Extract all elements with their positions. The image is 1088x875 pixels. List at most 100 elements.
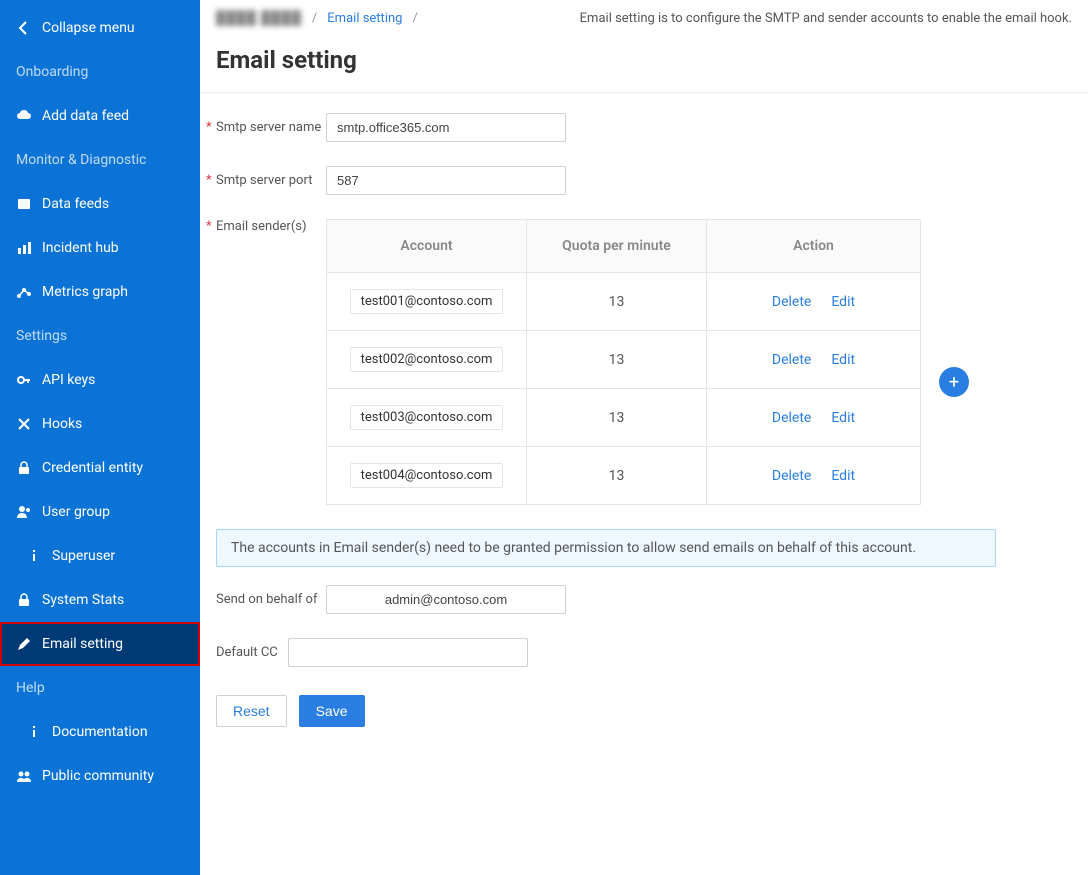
sidebar-item-label: Credential entity [42, 460, 143, 476]
table-row: test004@contoso.com13DeleteEdit [327, 447, 921, 505]
sidebar-item-label: Monitor & Diagnostic [16, 152, 147, 168]
breadcrumb: ████ ████ / Email setting / [216, 10, 418, 26]
table-row: test003@contoso.com 13 Delete Edit [327, 389, 921, 447]
input-behalf[interactable] [326, 585, 566, 614]
breadcrumb-sep: / [412, 11, 417, 26]
sidebar-item-label: Settings [16, 328, 67, 344]
sidebar-item-hooks[interactable]: Hooks [0, 402, 200, 446]
sidebar-item-user-group[interactable]: User group [0, 490, 200, 534]
hook-icon [16, 416, 32, 432]
sidebar-item-add-data-feed[interactable]: Add data feed [0, 94, 200, 138]
community-icon [16, 768, 32, 784]
sidebar-item-label: System Stats [42, 592, 124, 608]
reset-button[interactable]: Reset [216, 695, 287, 727]
lock-icon [16, 592, 32, 608]
sidebar-item-label: Hooks [42, 416, 82, 432]
collapse-menu[interactable]: Collapse menu [0, 6, 200, 50]
sidebar-item-data-feeds[interactable]: Data feeds [0, 182, 200, 226]
label-behalf: Send on behalf of [216, 592, 326, 607]
chart-icon [16, 240, 32, 256]
sidebar-item-label: Email setting [42, 636, 123, 652]
sidebar-item-label: Add data feed [42, 108, 129, 124]
sidebar-item-superuser[interactable]: Superuser [0, 534, 200, 578]
form-area: Smtp server name Smtp server port Email … [200, 92, 1088, 747]
account-chip: test001@contoso.com [350, 289, 504, 314]
sidebar-item-help: Help [0, 666, 200, 710]
edit-link[interactable]: Edit [831, 294, 855, 310]
sidebar-item-onboarding: Onboarding [0, 50, 200, 94]
account-chip: test004@contoso.com [350, 463, 504, 488]
label-senders: Email sender(s) [216, 219, 326, 234]
sidebar-item-system-stats[interactable]: System Stats [0, 578, 200, 622]
edit-link[interactable]: Edit [831, 468, 855, 484]
sidebar-item-label: Metrics graph [42, 284, 128, 300]
label-smtp-port: Smtp server port [216, 173, 326, 188]
cloud-upload-icon [16, 108, 32, 124]
senders-table: Account Quota per minute Action test001@… [326, 219, 921, 505]
save-button[interactable]: Save [299, 695, 365, 727]
plus-icon: + [949, 372, 959, 393]
info-banner: The accounts in Email sender(s) need to … [216, 529, 996, 567]
sidebar-item-metrics-graph[interactable]: Metrics graph [0, 270, 200, 314]
add-sender-button[interactable]: + [939, 367, 969, 397]
edit-link[interactable]: Edit [831, 410, 855, 426]
sidebar-item-incident-hub[interactable]: Incident hub [0, 226, 200, 270]
label-cc: Default CC [216, 645, 288, 660]
sidebar-item-label: Public community [42, 768, 154, 784]
sidebar-item-public-community[interactable]: Public community [0, 754, 200, 798]
sidebar-item-credential-entity[interactable]: Credential entity [0, 446, 200, 490]
delete-link[interactable]: Delete [772, 352, 811, 368]
table-row: test001@contoso.com 13 Delete Edit [327, 273, 921, 331]
delete-link[interactable]: Delete [772, 294, 811, 310]
edit-icon [16, 636, 32, 652]
sidebar-item-monitor-diagnostic: Monitor & Diagnostic [0, 138, 200, 182]
row-smtp-name: Smtp server name [216, 113, 1072, 142]
info-icon [26, 548, 42, 564]
account-chip: test003@contoso.com [350, 405, 504, 430]
quota-cell: 13 [527, 331, 707, 389]
sidebar-item-label: Superuser [52, 548, 115, 564]
row-cc: Default CC [216, 638, 1072, 667]
delete-link[interactable]: Delete [772, 410, 811, 426]
chevron-left-icon [16, 20, 32, 36]
account-chip: test002@contoso.com [350, 347, 504, 372]
th-quota: Quota per minute [527, 220, 707, 273]
sidebar-item-label: Help [16, 680, 45, 696]
row-smtp-port: Smtp server port [216, 166, 1072, 195]
lock-icon [16, 460, 32, 476]
breadcrumb-hidden: ████ ████ [216, 10, 302, 26]
table-row: test002@contoso.com 13 Delete Edit [327, 331, 921, 389]
sidebar-item-label: Data feeds [42, 196, 109, 212]
sidebar-item-label: User group [42, 504, 110, 520]
quota-cell: 13 [527, 273, 707, 331]
graph-icon [16, 284, 32, 300]
label-smtp-name: Smtp server name [216, 120, 326, 135]
sidebar-item-api-keys[interactable]: API keys [0, 358, 200, 402]
delete-link[interactable]: Delete [772, 468, 811, 484]
help-text: Email setting is to configure the SMTP a… [580, 11, 1072, 26]
sidebar-item-label: Onboarding [16, 64, 88, 80]
input-cc[interactable] [288, 638, 528, 667]
edit-link[interactable]: Edit [831, 352, 855, 368]
sidebar-item-label: API keys [42, 372, 95, 388]
th-account: Account [327, 220, 527, 273]
senders-table-wrap: Account Quota per minute Action test001@… [326, 219, 969, 505]
key-icon [16, 372, 32, 388]
input-smtp-name[interactable] [326, 113, 566, 142]
input-smtp-port[interactable] [326, 166, 566, 195]
page-title: Email setting [200, 36, 1088, 92]
users-icon [16, 504, 32, 520]
sidebar-item-settings: Settings [0, 314, 200, 358]
th-action: Action [707, 220, 921, 273]
row-behalf: Send on behalf of [216, 585, 1072, 614]
main: ████ ████ / Email setting / Email settin… [200, 0, 1088, 875]
row-senders: Email sender(s) Account Quota per minute… [216, 219, 1072, 505]
collapse-label: Collapse menu [42, 20, 135, 36]
sidebar-item-email-setting[interactable]: Email setting [0, 622, 200, 666]
sidebar-item-documentation[interactable]: Documentation [0, 710, 200, 754]
breadcrumb-current[interactable]: Email setting [327, 11, 402, 26]
quota-cell: 13 [527, 389, 707, 447]
database-icon [16, 196, 32, 212]
topbar: ████ ████ / Email setting / Email settin… [200, 0, 1088, 36]
form-buttons: Reset Save [216, 695, 1072, 727]
